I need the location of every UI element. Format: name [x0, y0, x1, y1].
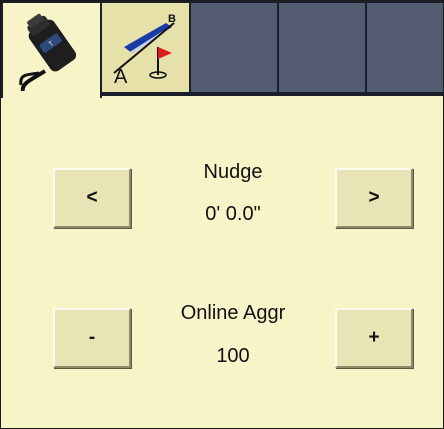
tab-bar-divider [101, 94, 443, 96]
nudge-title: Nudge [203, 161, 263, 183]
nudge-right-button[interactable]: > [335, 168, 413, 228]
online-aggr-plus-button[interactable]: + [335, 308, 413, 368]
nudge-value: 0' 0.0" [205, 203, 261, 225]
gps-receiver-icon: T [19, 13, 77, 91]
tab-empty-2[interactable] [277, 1, 367, 94]
point-b-label: B [168, 13, 176, 25]
tab-empty-3[interactable] [365, 1, 443, 94]
online-aggr-title: Online Aggr [180, 302, 286, 324]
tab-bar: T A B [1, 1, 443, 98]
tab-ab-line[interactable]: A B [100, 1, 191, 94]
nudge-left-button[interactable]: < [53, 168, 131, 228]
tab-empty-1[interactable] [189, 1, 279, 94]
guidance-screen: T A B < Nudge 0' 0.0" > - Online Aggr 10… [0, 0, 444, 429]
online-aggr-value: 100 [216, 345, 250, 367]
point-a-label: A [114, 66, 128, 88]
online-aggr-minus-button[interactable]: - [53, 308, 131, 368]
tab-guidance[interactable]: T [1, 1, 102, 98]
ab-line-flag-icon: A B [113, 13, 176, 88]
